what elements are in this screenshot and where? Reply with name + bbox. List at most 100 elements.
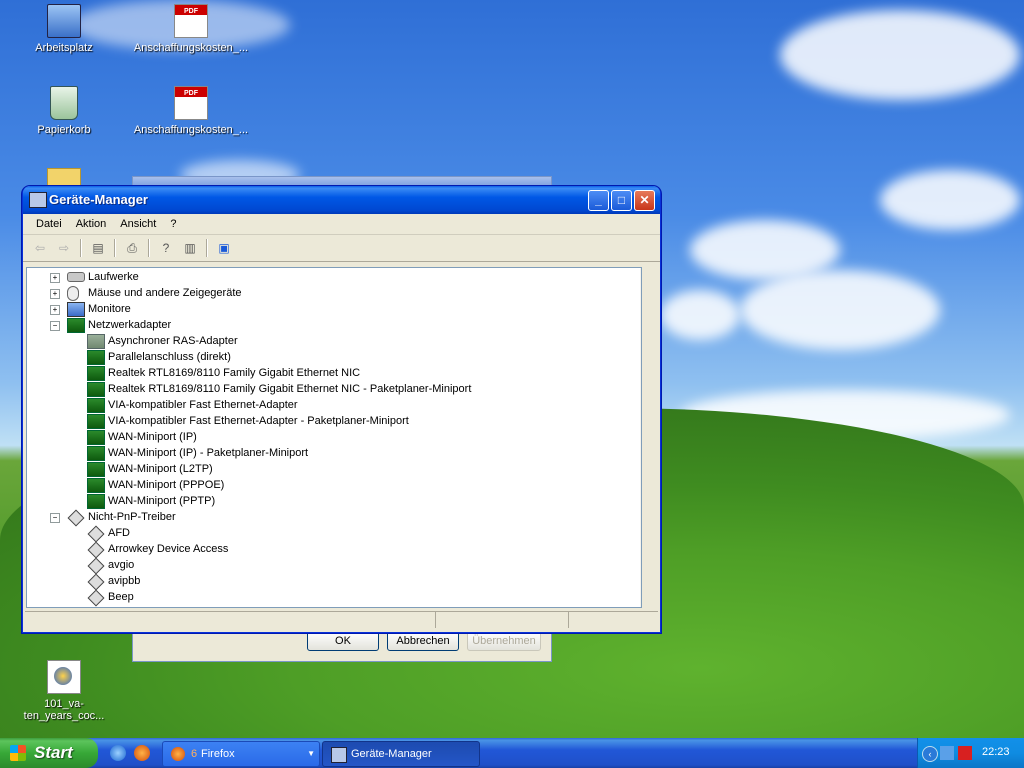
- minimize-button[interactable]: _: [588, 190, 609, 211]
- tree-item-label: Nicht-PnP-Treiber: [88, 511, 176, 523]
- network-adapter-icon: [87, 366, 105, 381]
- desktop-icon-label: Anschaffungskosten_...: [133, 124, 249, 136]
- tree-item[interactable]: WAN-Miniport (IP): [27, 429, 637, 445]
- menu-aktion[interactable]: Aktion: [69, 218, 114, 230]
- apply-button[interactable]: Übernehmen: [467, 631, 541, 651]
- toolbar: ⇦ ⇨ ▤ ⎙ ? ▥ ▣: [23, 235, 660, 262]
- network-adapter-disabled-icon: [87, 334, 105, 349]
- expand-icon[interactable]: +: [50, 305, 60, 315]
- maximize-button[interactable]: □: [611, 190, 632, 211]
- clock: 22:23: [982, 746, 1010, 758]
- play-icon: [54, 667, 72, 685]
- tree-item-label: avipbb: [108, 575, 141, 587]
- device-tree[interactable]: Beep avipbb avgio Arrowkey Device Access AFD…: [26, 267, 642, 608]
- tree-item[interactable]: Parallelanschluss (direkt): [27, 349, 637, 365]
- scan-hardware-icon[interactable]: ▣: [213, 238, 235, 258]
- mouse-icon: [67, 286, 79, 301]
- tray-expand-icon[interactable]: ‹: [922, 746, 938, 762]
- taskbar-firefox-group[interactable]: 6 Firefox ▼: [162, 741, 320, 767]
- desktop-icon-papierkorb[interactable]: Papierkorb: [4, 86, 124, 136]
- tree-item-label: AFD: [108, 527, 130, 539]
- media-file-icon: [47, 660, 81, 694]
- desktop-icon-label: Arbeitsplatz: [35, 42, 93, 54]
- network-adapter-icon: [87, 494, 105, 509]
- firefox-icon: [171, 747, 185, 761]
- tree-item[interactable]: Beep: [27, 589, 637, 607]
- desktop-icon-media[interactable]: 101_va-ten_years_coc...: [4, 660, 124, 722]
- pdf-badge: PDF: [184, 90, 198, 97]
- pdf-badge: PDF: [184, 8, 198, 15]
- tree-item[interactable]: WAN-Miniport (L2TP): [27, 461, 637, 477]
- computer-icon: [47, 4, 81, 38]
- ok-button[interactable]: OK: [307, 631, 379, 651]
- tree-item[interactable]: + Laufwerke: [27, 269, 637, 285]
- tree-item[interactable]: + Monitore: [27, 301, 637, 317]
- network-adapter-icon: [87, 350, 105, 365]
- menu-ansicht[interactable]: Ansicht: [113, 218, 163, 230]
- tree-item[interactable]: WAN-Miniport (PPPOE): [27, 477, 637, 493]
- system-tray: ‹ 22:23: [917, 738, 1024, 768]
- task-label: Firefox: [201, 748, 235, 760]
- pdf-icon: PDF: [174, 4, 208, 38]
- close-button[interactable]: ✕: [634, 190, 655, 211]
- tree-item[interactable]: Arrowkey Device Access: [27, 541, 637, 559]
- print-icon[interactable]: ⎙: [121, 238, 143, 258]
- cancel-button[interactable]: Abbrechen: [387, 631, 459, 651]
- network-adapter-icon: [87, 430, 105, 445]
- tree-item-label: WAN-Miniport (PPTP): [108, 495, 216, 507]
- network-adapter-icon: [87, 414, 105, 429]
- tree-item[interactable]: VIA-kompatibler Fast Ethernet-Adapter: [27, 397, 637, 413]
- network-adapter-icon: [87, 446, 105, 461]
- network-tray-icon[interactable]: [940, 746, 954, 760]
- tree-item[interactable]: − Netzwerkadapter: [27, 317, 637, 333]
- tree-item[interactable]: VIA-kompatibler Fast Ethernet-Adapter - …: [27, 413, 637, 429]
- taskbar-device-manager[interactable]: Geräte-Manager: [322, 741, 480, 767]
- help-icon[interactable]: ?: [155, 238, 177, 258]
- properties-icon[interactable]: ▤: [87, 238, 109, 258]
- desktop-icon-pdf-1[interactable]: PDF Anschaffungskosten_...: [131, 4, 251, 54]
- desktop-icon-pdf-2[interactable]: PDF Anschaffungskosten_...: [131, 86, 251, 136]
- tree-item[interactable]: Realtek RTL8169/8110 Family Gigabit Ethe…: [27, 365, 637, 381]
- status-pane: [436, 612, 569, 628]
- tree-item[interactable]: AFD: [27, 525, 637, 543]
- tree-item[interactable]: avipbb: [27, 573, 637, 591]
- desktop-icon-arbeitsplatz[interactable]: Arbeitsplatz: [4, 4, 124, 54]
- tree-item[interactable]: Realtek RTL8169/8110 Family Gigabit Ethe…: [27, 381, 637, 397]
- tree-item[interactable]: WAN-Miniport (IP) - Paketplaner-Miniport: [27, 445, 637, 461]
- start-button[interactable]: Start: [0, 738, 98, 768]
- tree-item-label: Parallelanschluss (direkt): [108, 351, 231, 363]
- tree-item[interactable]: + Mäuse und andere Zeigegeräte: [27, 285, 637, 301]
- desktop-icon-label: 101_va-ten_years_coc...: [23, 698, 105, 722]
- tree-item-label: VIA-kompatibler Fast Ethernet-Adapter: [108, 399, 298, 411]
- view-icon[interactable]: ▥: [179, 238, 201, 258]
- tree-item[interactable]: WAN-Miniport (PPTP): [27, 493, 637, 509]
- tree-item[interactable]: avgio: [27, 557, 637, 575]
- tree-item-label: Asynchroner RAS-Adapter: [108, 335, 238, 347]
- network-adapter-icon: [87, 478, 105, 493]
- antivirus-tray-icon[interactable]: [958, 746, 972, 760]
- expand-icon[interactable]: +: [50, 273, 60, 283]
- menu-help[interactable]: ?: [163, 218, 183, 230]
- expand-icon[interactable]: +: [50, 289, 60, 299]
- status-pane: [25, 612, 436, 628]
- status-pane: [569, 612, 658, 628]
- scroll-up-button[interactable]: ▲: [641, 269, 642, 286]
- forward-arrow-icon[interactable]: ⇨: [53, 238, 75, 258]
- window-titlebar[interactable]: Geräte-Manager _ □ ✕: [23, 186, 660, 214]
- tree-item[interactable]: − Nicht-PnP-Treiber: [27, 509, 637, 527]
- vertical-scrollbar[interactable]: ▲ ▼: [640, 268, 642, 607]
- ie-icon[interactable]: [110, 745, 126, 761]
- scroll-down-button[interactable]: ▼: [641, 589, 642, 606]
- collapse-icon[interactable]: −: [50, 321, 60, 331]
- collapse-icon[interactable]: −: [50, 513, 60, 523]
- back-arrow-icon[interactable]: ⇦: [29, 238, 51, 258]
- driver-icon: [87, 541, 105, 559]
- tree-item[interactable]: Asynchroner RAS-Adapter: [27, 333, 637, 349]
- firefox-icon[interactable]: [134, 745, 150, 761]
- network-adapter-icon: [67, 318, 85, 333]
- tree-item-label: WAN-Miniport (L2TP): [108, 463, 213, 475]
- task-label: Geräte-Manager: [351, 748, 432, 760]
- desktop-icon-label: Anschaffungskosten_...: [133, 42, 249, 54]
- scroll-thumb[interactable]: [641, 391, 642, 465]
- menu-datei[interactable]: Datei: [29, 218, 69, 230]
